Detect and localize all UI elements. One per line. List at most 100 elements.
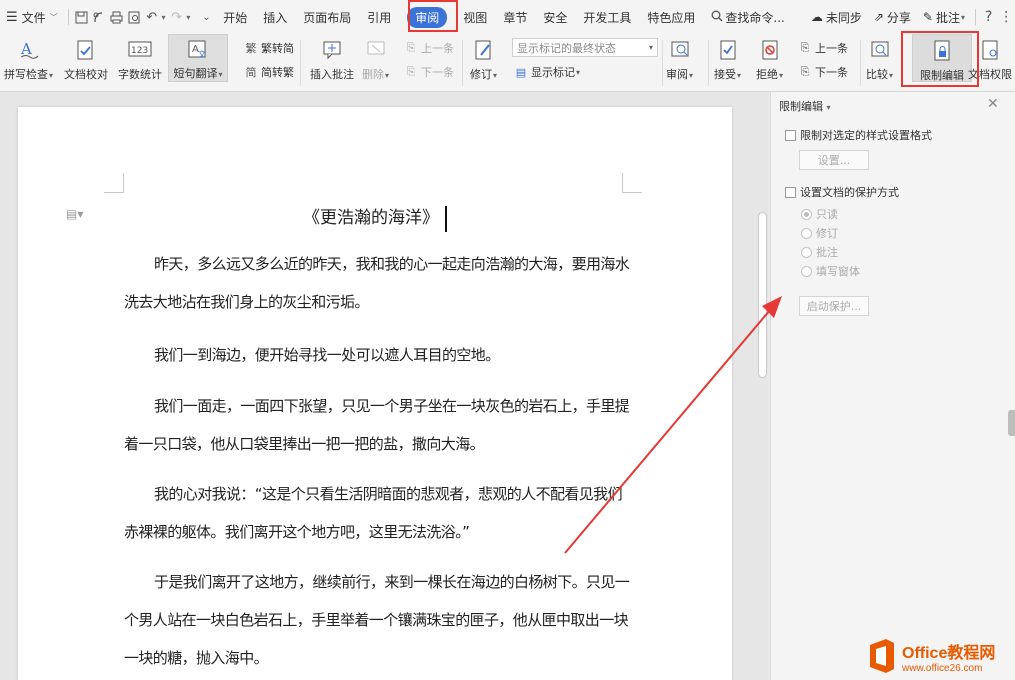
- start-protection-button[interactable]: 启动保护...: [799, 296, 869, 316]
- file-menu[interactable]: ☰ 文件 ﹀: [0, 0, 64, 34]
- spell-check-button[interactable]: A 拼写检查▾: [4, 34, 53, 82]
- divider: [67, 9, 69, 25]
- radio-dot: [801, 227, 812, 239]
- tab-special[interactable]: 特色应用: [639, 0, 703, 34]
- radio-fill-form[interactable]: 填写窗体: [801, 263, 860, 279]
- export-pdf-icon[interactable]: [90, 0, 108, 34]
- comment-menu[interactable]: ✎ 批注 ▾: [917, 0, 971, 34]
- comment-icon: ✎: [922, 10, 933, 24]
- tab-page-layout[interactable]: 页面布局: [295, 0, 359, 34]
- tab-home[interactable]: 开始: [215, 0, 255, 34]
- command-search-placeholder: 查找命令...: [725, 10, 785, 25]
- next-icon: ⎘: [406, 65, 416, 78]
- checkbox-box: [785, 186, 796, 198]
- revise-button[interactable]: 修订▾: [470, 34, 497, 82]
- restrict-edit-panel: 限制编辑 ▾ ✕ 限制对选定的样式设置格式 设置... 设置文档的保护方式 只读…: [770, 92, 1015, 680]
- document-title[interactable]: 《更浩瀚的海洋》: [18, 203, 732, 232]
- divider: [860, 40, 861, 86]
- watermark-url: www.office26.com: [902, 662, 983, 674]
- trad-to-simp-button[interactable]: 繁 繁转简: [244, 40, 295, 56]
- radio-dot: [801, 265, 812, 277]
- undo-icon[interactable]: ↶: [143, 0, 161, 34]
- help-icon[interactable]: ?: [980, 0, 998, 34]
- radio-comment[interactable]: 批注: [801, 244, 838, 260]
- display-mode-select[interactable]: 显示标记的最终状态 ▾: [512, 38, 658, 57]
- office-logo-icon: [866, 637, 898, 675]
- spell-check-icon: A: [17, 38, 41, 62]
- short-translate-button[interactable]: A文 短句翻译▾: [168, 34, 228, 82]
- tab-chapter[interactable]: 章节: [495, 0, 535, 34]
- tab-developer[interactable]: 开发工具: [575, 0, 639, 34]
- radio-readonly[interactable]: 只读: [801, 206, 838, 222]
- margin-corner: [104, 173, 124, 193]
- menu-bar: ☰ 文件 ﹀ ↶ ▾ ↷ ▾ ⌄ 开始 插入 页面布局 引用 审阅 视图 章节 …: [0, 0, 1015, 34]
- show-markup-button[interactable]: ▤ 显示标记 ▾: [514, 64, 580, 80]
- insert-comment-button[interactable]: 插入批注: [310, 34, 354, 82]
- simp-to-trad-button[interactable]: 简 简转繁: [244, 64, 295, 80]
- divider: [708, 40, 709, 86]
- tab-view[interactable]: 视图: [455, 0, 495, 34]
- radio-dot: [801, 208, 812, 220]
- next-comment-button[interactable]: ⎘ 下一条: [404, 64, 454, 80]
- word-count-button[interactable]: 123 字数统计: [118, 34, 162, 82]
- command-search[interactable]: 查找命令...: [705, 0, 790, 34]
- redo-icon[interactable]: ↷: [168, 0, 186, 34]
- paragraph[interactable]: 我的心对我说：“这是个只看生活阴暗面的悲观者，悲观的人不配看见我们赤裸裸的躯体。…: [124, 475, 630, 551]
- panel-title[interactable]: 限制编辑 ▾: [779, 98, 831, 114]
- vertical-scrollbar[interactable]: [758, 212, 767, 378]
- cloud-icon: ☁: [810, 10, 823, 24]
- chevron-down-icon[interactable]: ▾: [186, 13, 197, 22]
- save-icon[interactable]: [72, 0, 90, 34]
- next-change-icon: ⎘: [800, 65, 810, 78]
- print-preview-icon[interactable]: [125, 0, 143, 34]
- chevron-down-icon: ▾: [824, 103, 831, 112]
- watermark-brand: Office教程网: [902, 644, 996, 662]
- document-area: ▤▾ 《更浩瀚的海洋》 昨天，多么远又多么近的昨天，我和我的心一起走向浩瀚的大海…: [0, 92, 768, 680]
- document-page[interactable]: ▤▾ 《更浩瀚的海洋》 昨天，多么远又多么近的昨天，我和我的心一起走向浩瀚的大海…: [18, 107, 732, 680]
- convert-icon: 繁: [245, 42, 257, 55]
- compare-button[interactable]: 比较▾: [866, 34, 893, 82]
- tab-security[interactable]: 安全: [535, 0, 575, 34]
- more-chevron-icon[interactable]: ⌄: [198, 0, 216, 34]
- share-button[interactable]: ⇗ 分享: [868, 0, 917, 34]
- svg-text:文: 文: [198, 49, 206, 59]
- paragraph[interactable]: 昨天，多么远又多么近的昨天，我和我的心一起走向浩瀚的大海，要用海水洗去大地沾在我…: [124, 245, 630, 321]
- format-settings-button[interactable]: 设置...: [799, 150, 869, 170]
- tab-references[interactable]: 引用: [359, 0, 399, 34]
- doc-proof-icon: [74, 38, 98, 62]
- review-icon: [668, 38, 692, 62]
- reject-button[interactable]: 拒绝▾: [756, 34, 783, 82]
- paragraph[interactable]: 于是我们离开了这地方，继续前行，来到一棵长在海边的白杨树下。只见一个男人站在一块…: [124, 563, 630, 677]
- review-pane-button[interactable]: 审阅▾: [666, 34, 693, 82]
- print-icon[interactable]: [108, 0, 126, 34]
- restrict-edit-button[interactable]: 限制编辑: [912, 34, 972, 82]
- paragraph[interactable]: 我们一面走，一面四下张望，只见一个男子坐在一块灰色的岩石上，手里提着一只口袋，他…: [124, 387, 630, 463]
- delete-comment-icon: [364, 38, 388, 62]
- radio-dot: [801, 246, 812, 258]
- lock-document-icon: [930, 39, 954, 63]
- close-icon[interactable]: ✕: [987, 96, 999, 112]
- compare-icon: [868, 38, 892, 62]
- delete-comment-button[interactable]: 删除▾: [362, 34, 389, 82]
- prev-comment-button[interactable]: ⎘ 上一条: [404, 40, 454, 56]
- tab-insert[interactable]: 插入: [255, 0, 295, 34]
- protect-mode-checkbox[interactable]: 设置文档的保护方式: [785, 184, 899, 200]
- accept-button[interactable]: 接受▾: [714, 34, 741, 82]
- sync-status[interactable]: ☁ 未同步: [805, 0, 868, 34]
- restrict-format-checkbox[interactable]: 限制对选定的样式设置格式: [785, 127, 932, 143]
- reject-icon: [758, 38, 782, 62]
- radio-revise[interactable]: 修订: [801, 225, 838, 241]
- paragraph[interactable]: 我们一到海边，便开始寻找一处可以遮人耳目的空地。: [124, 336, 630, 374]
- chevron-down-icon: ▾: [648, 43, 653, 52]
- next-change-button[interactable]: ⎘ 下一条: [798, 64, 848, 80]
- more-icon[interactable]: ⋮: [997, 0, 1015, 34]
- prev-change-button[interactable]: ⎘ 上一条: [798, 40, 848, 56]
- insert-comment-icon: [320, 38, 344, 62]
- divider: [462, 40, 463, 86]
- side-panel-tab[interactable]: [1008, 410, 1015, 436]
- doc-proof-button[interactable]: 文档校对: [64, 34, 108, 82]
- convert-icon: 简: [245, 66, 257, 79]
- doc-rights-icon: [978, 38, 1002, 62]
- tab-review[interactable]: 审阅: [399, 0, 455, 34]
- doc-rights-button[interactable]: 文档权限: [968, 34, 1012, 82]
